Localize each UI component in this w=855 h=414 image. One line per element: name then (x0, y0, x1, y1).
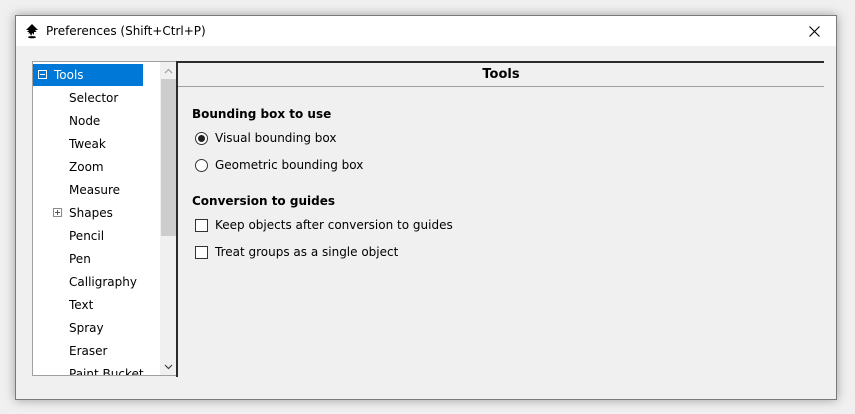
collapse-icon[interactable] (38, 70, 47, 79)
tree-item-label: Pencil (69, 229, 105, 243)
bounding-box-section-title: Bounding box to use (192, 107, 332, 121)
inkscape-logo-icon (26, 24, 38, 39)
tree-item-label: Pen (69, 252, 91, 266)
preferences-dialog: Preferences (Shift+Ctrl+P) Tools Selecto… (15, 15, 837, 400)
tree-item-label: Selector (69, 91, 119, 105)
close-button[interactable] (792, 16, 836, 46)
tree-item-label: Eraser (69, 344, 108, 358)
checkbox-icon[interactable] (195, 219, 208, 232)
scroll-down-button[interactable] (160, 358, 177, 375)
tree-item-label: Tools (54, 68, 84, 82)
title-bar[interactable]: Preferences (Shift+Ctrl+P) (16, 16, 836, 46)
tree-item-label: Paint Bucket (69, 367, 144, 376)
radio-checked-icon[interactable] (195, 132, 208, 145)
checkbox-label: Treat groups as a single object (215, 245, 399, 259)
radio-unchecked-icon[interactable] (195, 159, 208, 172)
tree-item-label: Shapes (69, 206, 113, 220)
tree-item-label: Measure (69, 183, 120, 197)
expand-icon[interactable] (53, 208, 62, 217)
tree-item-label: Spray (69, 321, 104, 335)
panel-header: Tools (178, 63, 824, 87)
tree-item-tools[interactable]: Tools (33, 64, 143, 86)
tree-item-label: Calligraphy (69, 275, 137, 289)
tree-item-label: Text (69, 298, 94, 312)
preferences-tree[interactable]: Tools Selector Node Tweak Zoom Measure S… (32, 61, 178, 376)
tree-item-label: Node (69, 114, 101, 128)
scroll-up-button[interactable] (160, 62, 177, 79)
window-title: Preferences (Shift+Ctrl+P) (46, 24, 206, 38)
checkbox-icon[interactable] (195, 246, 208, 259)
conversion-section-title: Conversion to guides (192, 194, 335, 208)
tree-item-label: Zoom (69, 160, 104, 174)
panel-title: Tools (482, 67, 520, 82)
tree-scrollbar[interactable] (160, 62, 177, 375)
chevron-down-icon (164, 364, 173, 369)
tree-item-label: Tweak (69, 137, 106, 151)
scroll-thumb[interactable] (161, 79, 176, 236)
tree-item-shapes[interactable]: Shapes (33, 202, 161, 224)
chevron-up-icon (164, 68, 173, 73)
checkbox-label: Keep objects after conversion to guides (215, 218, 453, 232)
settings-panel: Tools Bounding box to use Visual boundin… (176, 61, 824, 377)
radio-label: Visual bounding box (215, 131, 337, 145)
close-icon (808, 25, 820, 37)
radio-label: Geometric bounding box (215, 158, 364, 172)
